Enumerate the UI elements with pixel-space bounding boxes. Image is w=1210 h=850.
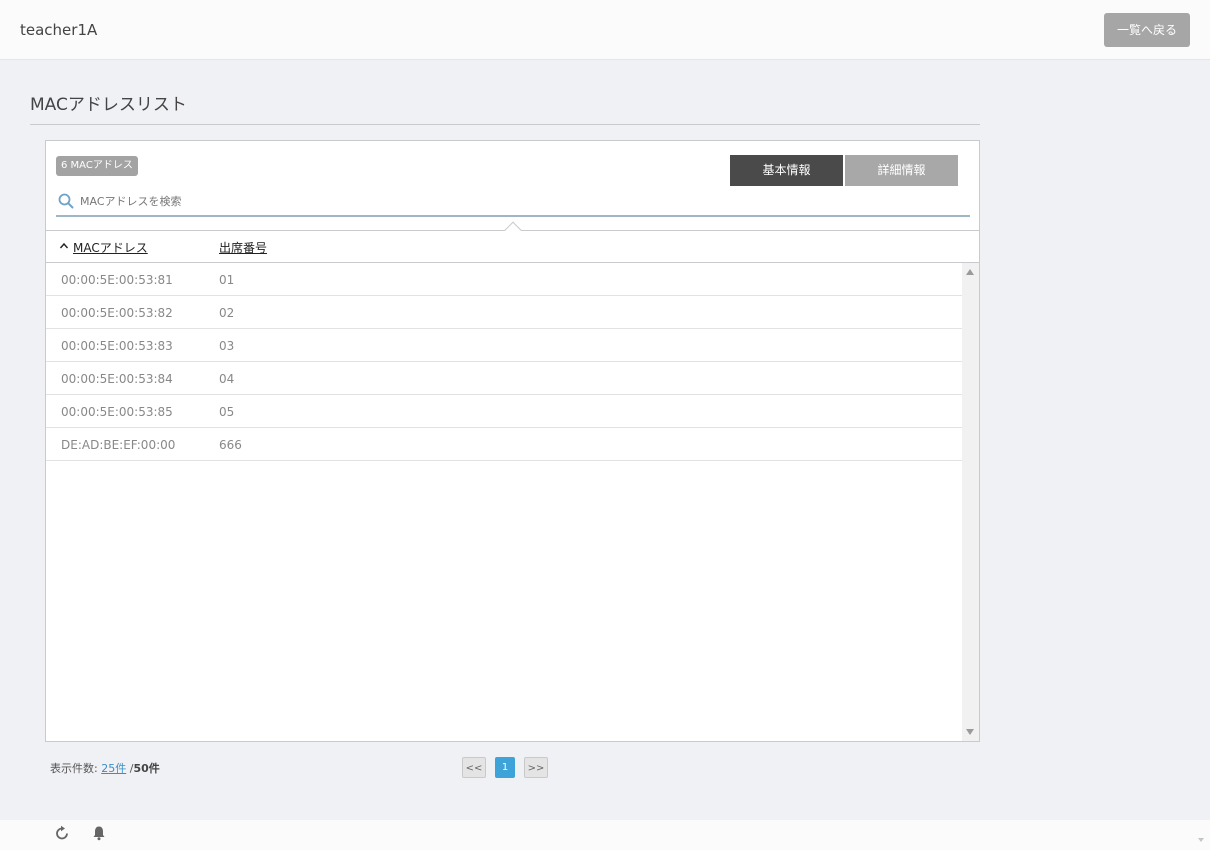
- table-scrollbar[interactable]: [962, 263, 979, 741]
- page-title: MACアドレスリスト: [30, 95, 187, 115]
- search-icon: [58, 193, 74, 209]
- tab-detail-info[interactable]: 詳細情報: [845, 155, 958, 186]
- next-page-button[interactable]: >>: [524, 757, 548, 778]
- mac-count-badge: 6 MACアドレス: [56, 156, 138, 176]
- cell-mac: 00:00:5E:00:53:85: [61, 405, 173, 419]
- display-count: 表示件数: 25件 /50件: [50, 760, 160, 776]
- pagination: << 1 >>: [462, 757, 548, 778]
- table-row[interactable]: 00:00:5E:00:53:81 01: [46, 263, 962, 296]
- title-divider: [30, 124, 980, 125]
- column-header-attendance-number[interactable]: 出席番号: [219, 239, 267, 256]
- view-tabs: 基本情報 詳細情報: [730, 155, 958, 186]
- cell-mac: 00:00:5E:00:53:84: [61, 372, 173, 386]
- table-row[interactable]: DE:AD:BE:EF:00:00 666: [46, 428, 962, 461]
- display-count-label: 表示件数:: [50, 762, 98, 775]
- cell-attendance-number: 05: [219, 405, 235, 419]
- cell-mac: 00:00:5E:00:53:83: [61, 339, 173, 353]
- table-row[interactable]: 00:00:5E:00:53:84 04: [46, 362, 962, 395]
- top-bar: teacher1A 一覧へ戻る: [0, 0, 1210, 60]
- back-to-list-button[interactable]: 一覧へ戻る: [1104, 13, 1190, 47]
- page-scroll-down-icon[interactable]: [1198, 838, 1204, 842]
- sort-ascending-icon[interactable]: [59, 241, 69, 251]
- cell-mac: 00:00:5E:00:53:81: [61, 273, 173, 287]
- table-header: MACアドレス 出席番号: [46, 221, 979, 263]
- current-user-name: teacher1A: [20, 21, 98, 39]
- column-header-mac[interactable]: MACアドレス: [73, 239, 148, 256]
- cell-attendance-number: 03: [219, 339, 235, 353]
- mac-list-panel: 6 MACアドレス 基本情報 詳細情報 MACアドレス 出席番号 00:00:5…: [45, 140, 980, 742]
- scroll-up-arrow-icon[interactable]: [966, 269, 974, 275]
- bell-icon[interactable]: [92, 825, 106, 841]
- cell-attendance-number: 02: [219, 306, 235, 320]
- cell-attendance-number: 666: [219, 438, 242, 452]
- tab-basic-info[interactable]: 基本情報: [730, 155, 843, 186]
- previous-page-button[interactable]: <<: [462, 757, 486, 778]
- table-body: 00:00:5E:00:53:81 01 00:00:5E:00:53:82 0…: [46, 263, 962, 461]
- bottom-bar: [0, 820, 1210, 850]
- cell-attendance-number: 04: [219, 372, 235, 386]
- header-notch: [504, 221, 522, 239]
- cell-mac: DE:AD:BE:EF:00:00: [61, 438, 176, 452]
- refresh-icon[interactable]: [54, 825, 70, 841]
- per-page-link[interactable]: 25件: [101, 762, 126, 775]
- table-row[interactable]: 00:00:5E:00:53:83 03: [46, 329, 962, 362]
- cell-mac: 00:00:5E:00:53:82: [61, 306, 173, 320]
- cell-attendance-number: 01: [219, 273, 235, 287]
- current-page-button[interactable]: 1: [495, 757, 515, 778]
- table-row[interactable]: 00:00:5E:00:53:82 02: [46, 296, 962, 329]
- total-count: 50件: [133, 762, 160, 775]
- table-row[interactable]: 00:00:5E:00:53:85 05: [46, 395, 962, 428]
- search-box: [56, 189, 970, 217]
- scroll-down-arrow-icon[interactable]: [966, 729, 974, 735]
- search-input[interactable]: [80, 191, 960, 211]
